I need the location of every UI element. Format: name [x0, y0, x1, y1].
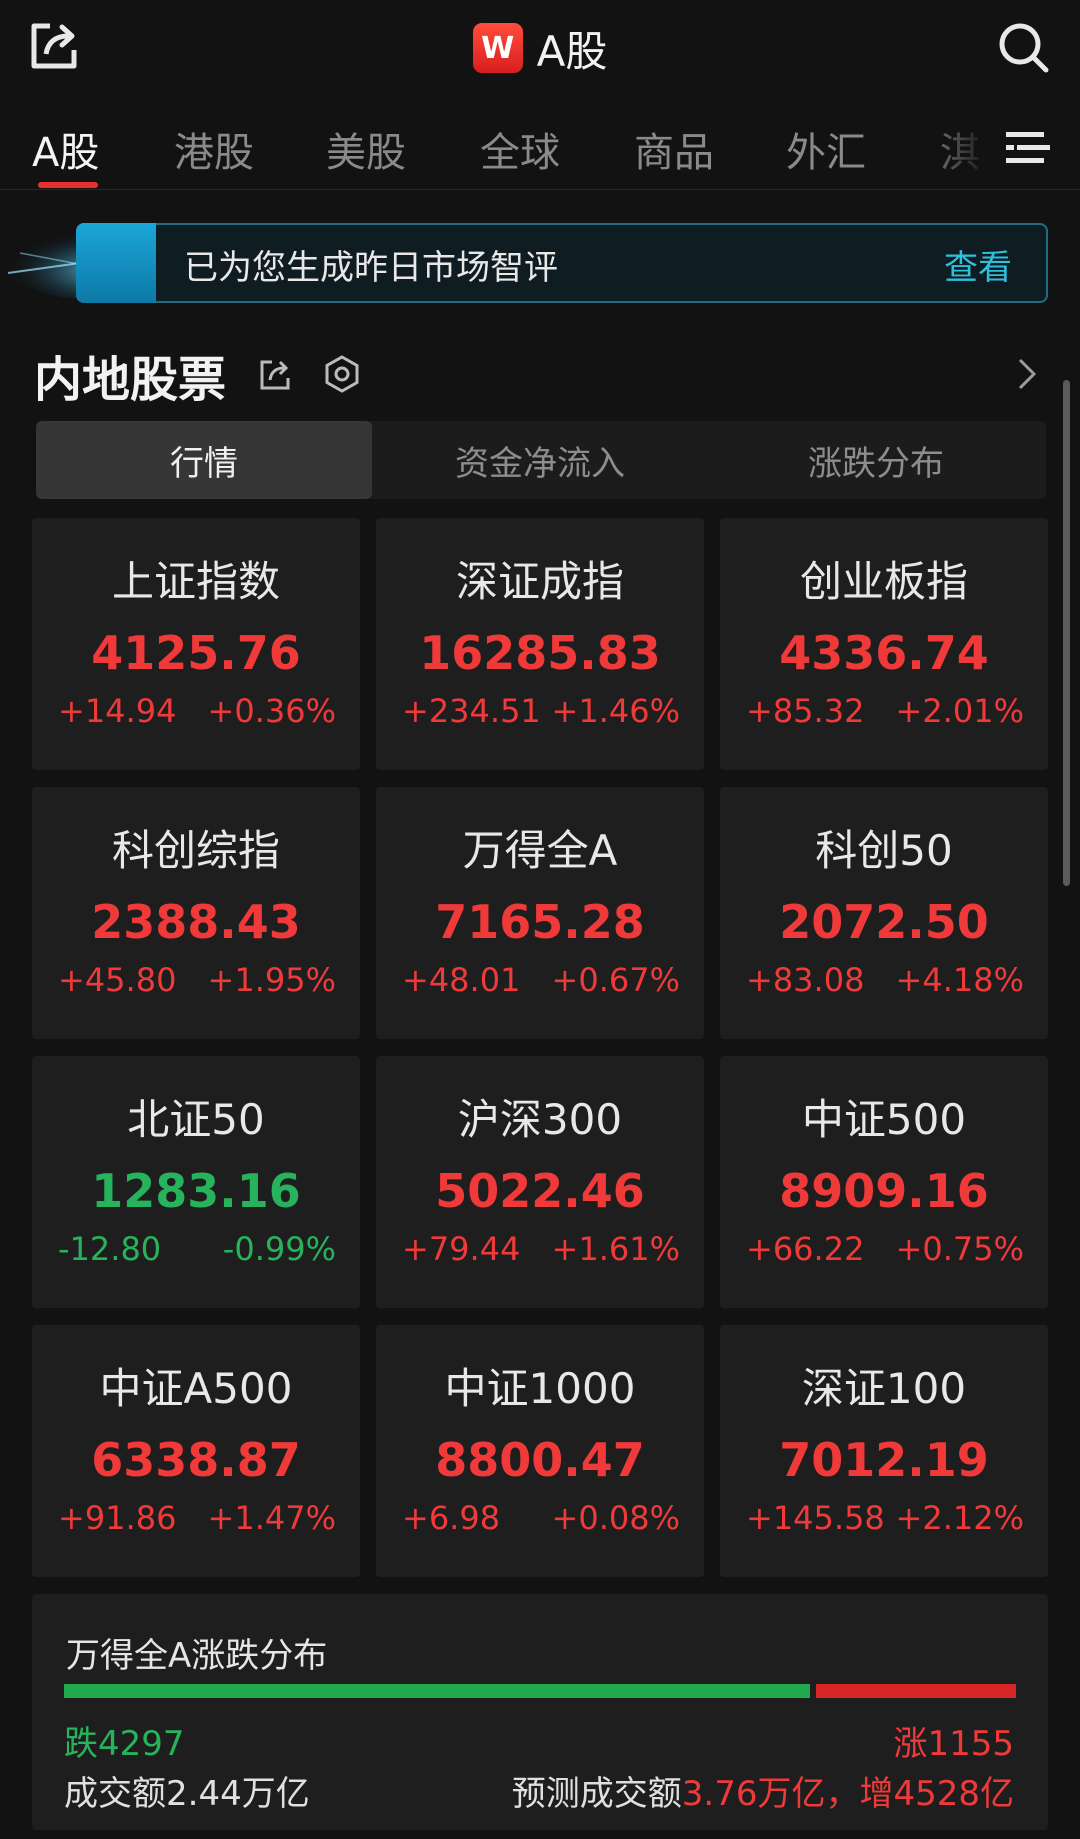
index-name: 北证50 — [127, 1095, 265, 1144]
index-value: 8800.47 — [435, 1433, 645, 1487]
banner-view-link[interactable]: 查看 — [944, 240, 1012, 289]
index-value: 2072.50 — [779, 895, 989, 949]
segment-distribution[interactable]: 涨跌分布 — [708, 421, 1044, 499]
page-title: A股 — [536, 26, 608, 76]
index-value: 5022.46 — [435, 1164, 645, 1218]
index-change: +66.22 — [746, 1230, 865, 1268]
chevron-right-icon[interactable] — [1014, 356, 1040, 392]
tab-forex[interactable]: 外汇 — [786, 120, 866, 178]
index-card[interactable]: 北证50 1283.16 -12.80 -0.99% — [32, 1056, 360, 1308]
index-card[interactable]: 中证1000 8800.47 +6.98 +0.08% — [376, 1325, 704, 1577]
index-name: 上证指数 — [111, 557, 280, 606]
index-name: 深证100 — [801, 1364, 967, 1413]
index-card[interactable]: 中证A500 6338.87 +91.86 +1.47% — [32, 1325, 360, 1577]
index-name: 中证500 — [801, 1095, 967, 1144]
index-change: +45.80 — [58, 961, 177, 999]
menu-icon[interactable] — [1006, 128, 1050, 168]
index-change: -12.80 — [58, 1230, 162, 1268]
index-value: 7165.28 — [435, 895, 645, 949]
index-name: 中证A500 — [99, 1364, 293, 1413]
index-card[interactable]: 创业板指 4336.74 +85.32 +2.01% — [720, 518, 1048, 770]
index-change: +48.01 — [402, 961, 521, 999]
view-segmented-control: 行情 资金净流入 涨跌分布 — [36, 421, 1046, 499]
index-change-percent: +4.18% — [895, 961, 1024, 999]
fall-bar — [64, 1684, 810, 1698]
index-change-percent: -0.99% — [222, 1230, 336, 1268]
index-card[interactable]: 科创50 2072.50 +83.08 +4.18% — [720, 787, 1048, 1039]
index-card[interactable]: 沪深300 5022.46 +79.44 +1.61% — [376, 1056, 704, 1308]
index-change: +145.58 — [746, 1499, 885, 1537]
index-change: +6.98 — [402, 1499, 501, 1537]
index-name: 科创综指 — [111, 826, 280, 875]
index-change-percent: +0.36% — [207, 692, 336, 730]
index-card[interactable]: 科创综指 2388.43 +45.80 +1.95% — [32, 787, 360, 1039]
index-name: 创业板指 — [799, 557, 968, 606]
tab-commodities[interactable]: 商品 — [634, 120, 714, 178]
index-change-percent: +0.08% — [551, 1499, 680, 1537]
index-value: 8909.16 — [779, 1164, 989, 1218]
index-change: +85.32 — [746, 692, 865, 730]
index-change-percent: +1.46% — [551, 692, 680, 730]
index-name: 中证1000 — [444, 1364, 636, 1413]
index-change: +79.44 — [402, 1230, 521, 1268]
index-card[interactable]: 中证500 8909.16 +66.22 +0.75% — [720, 1056, 1048, 1308]
rise-count: 涨1155 — [893, 1724, 1014, 1764]
index-value: 7012.19 — [779, 1433, 989, 1487]
forecast-prefix: 预测成交额 — [511, 1774, 682, 1814]
settings-icon[interactable] — [322, 354, 362, 394]
section-title[interactable]: 内地股票 — [34, 340, 226, 410]
banner-accent-block — [76, 223, 156, 303]
index-value: 4336.74 — [779, 626, 989, 680]
segment-net-inflow[interactable]: 资金净流入 — [372, 421, 708, 499]
index-change: +91.86 — [58, 1499, 177, 1537]
index-value: 6338.87 — [91, 1433, 301, 1487]
index-value: 4125.76 — [91, 626, 301, 680]
tab-a-shares[interactable]: A股 — [32, 120, 99, 178]
app-logo: W — [472, 23, 523, 73]
fall-count: 跌4297 — [64, 1724, 185, 1764]
search-icon[interactable] — [996, 20, 1052, 76]
index-change-percent: +2.01% — [895, 692, 1024, 730]
index-change-percent: +1.95% — [207, 961, 336, 999]
index-value: 2388.43 — [91, 895, 301, 949]
forecast-text: 预测成交额3.76万亿，增4528亿 — [512, 1766, 1014, 1815]
section-share-icon[interactable] — [258, 356, 294, 392]
segment-quotes[interactable]: 行情 — [36, 421, 372, 499]
tab-us-shares[interactable]: 美股 — [326, 120, 406, 178]
top-bar: W A股 — [0, 0, 1080, 100]
index-change: +14.94 — [58, 692, 177, 730]
index-change-percent: +1.47% — [207, 1499, 336, 1537]
turnover-text: 成交额2.44万亿 — [64, 1774, 310, 1814]
tabs-fade — [920, 100, 990, 188]
banner-text: 已为您生成昨日市场智评 — [184, 248, 558, 288]
index-card[interactable]: 上证指数 4125.76 +14.94 +0.36% — [32, 518, 360, 770]
index-card[interactable]: 万得全A 7165.28 +48.01 +0.67% — [376, 787, 704, 1039]
index-name: 沪深300 — [457, 1095, 623, 1144]
index-change-percent: +0.67% — [551, 961, 680, 999]
forecast-value: 3.76万亿，增4528亿 — [681, 1774, 1014, 1814]
scrollbar[interactable] — [1063, 380, 1070, 886]
index-value: 16285.83 — [419, 626, 661, 680]
index-change-percent: +1.61% — [551, 1230, 680, 1268]
tab-global[interactable]: 全球 — [480, 120, 560, 178]
index-change-percent: +2.12% — [895, 1499, 1024, 1537]
index-value: 1283.16 — [91, 1164, 301, 1218]
rise-bar — [816, 1684, 1016, 1698]
distribution-title: 万得全A涨跌分布 — [66, 1636, 328, 1676]
index-change-percent: +0.75% — [895, 1230, 1024, 1268]
index-name: 深证成指 — [455, 557, 624, 606]
index-card[interactable]: 深证成指 16285.83 +234.51 +1.46% — [376, 518, 704, 770]
tab-hk-shares[interactable]: 港股 — [174, 120, 254, 178]
title-group: W A股 — [0, 20, 1080, 76]
index-card[interactable]: 深证100 7012.19 +145.58 +2.12% — [720, 1325, 1048, 1577]
active-tab-indicator — [38, 182, 98, 188]
index-name: 科创50 — [815, 826, 953, 875]
index-change: +234.51 — [402, 692, 541, 730]
market-tabs: A股 港股 美股 全球 商品 外汇 淇 — [0, 100, 1080, 190]
index-change: +83.08 — [746, 961, 865, 999]
index-name: 万得全A — [462, 826, 618, 875]
